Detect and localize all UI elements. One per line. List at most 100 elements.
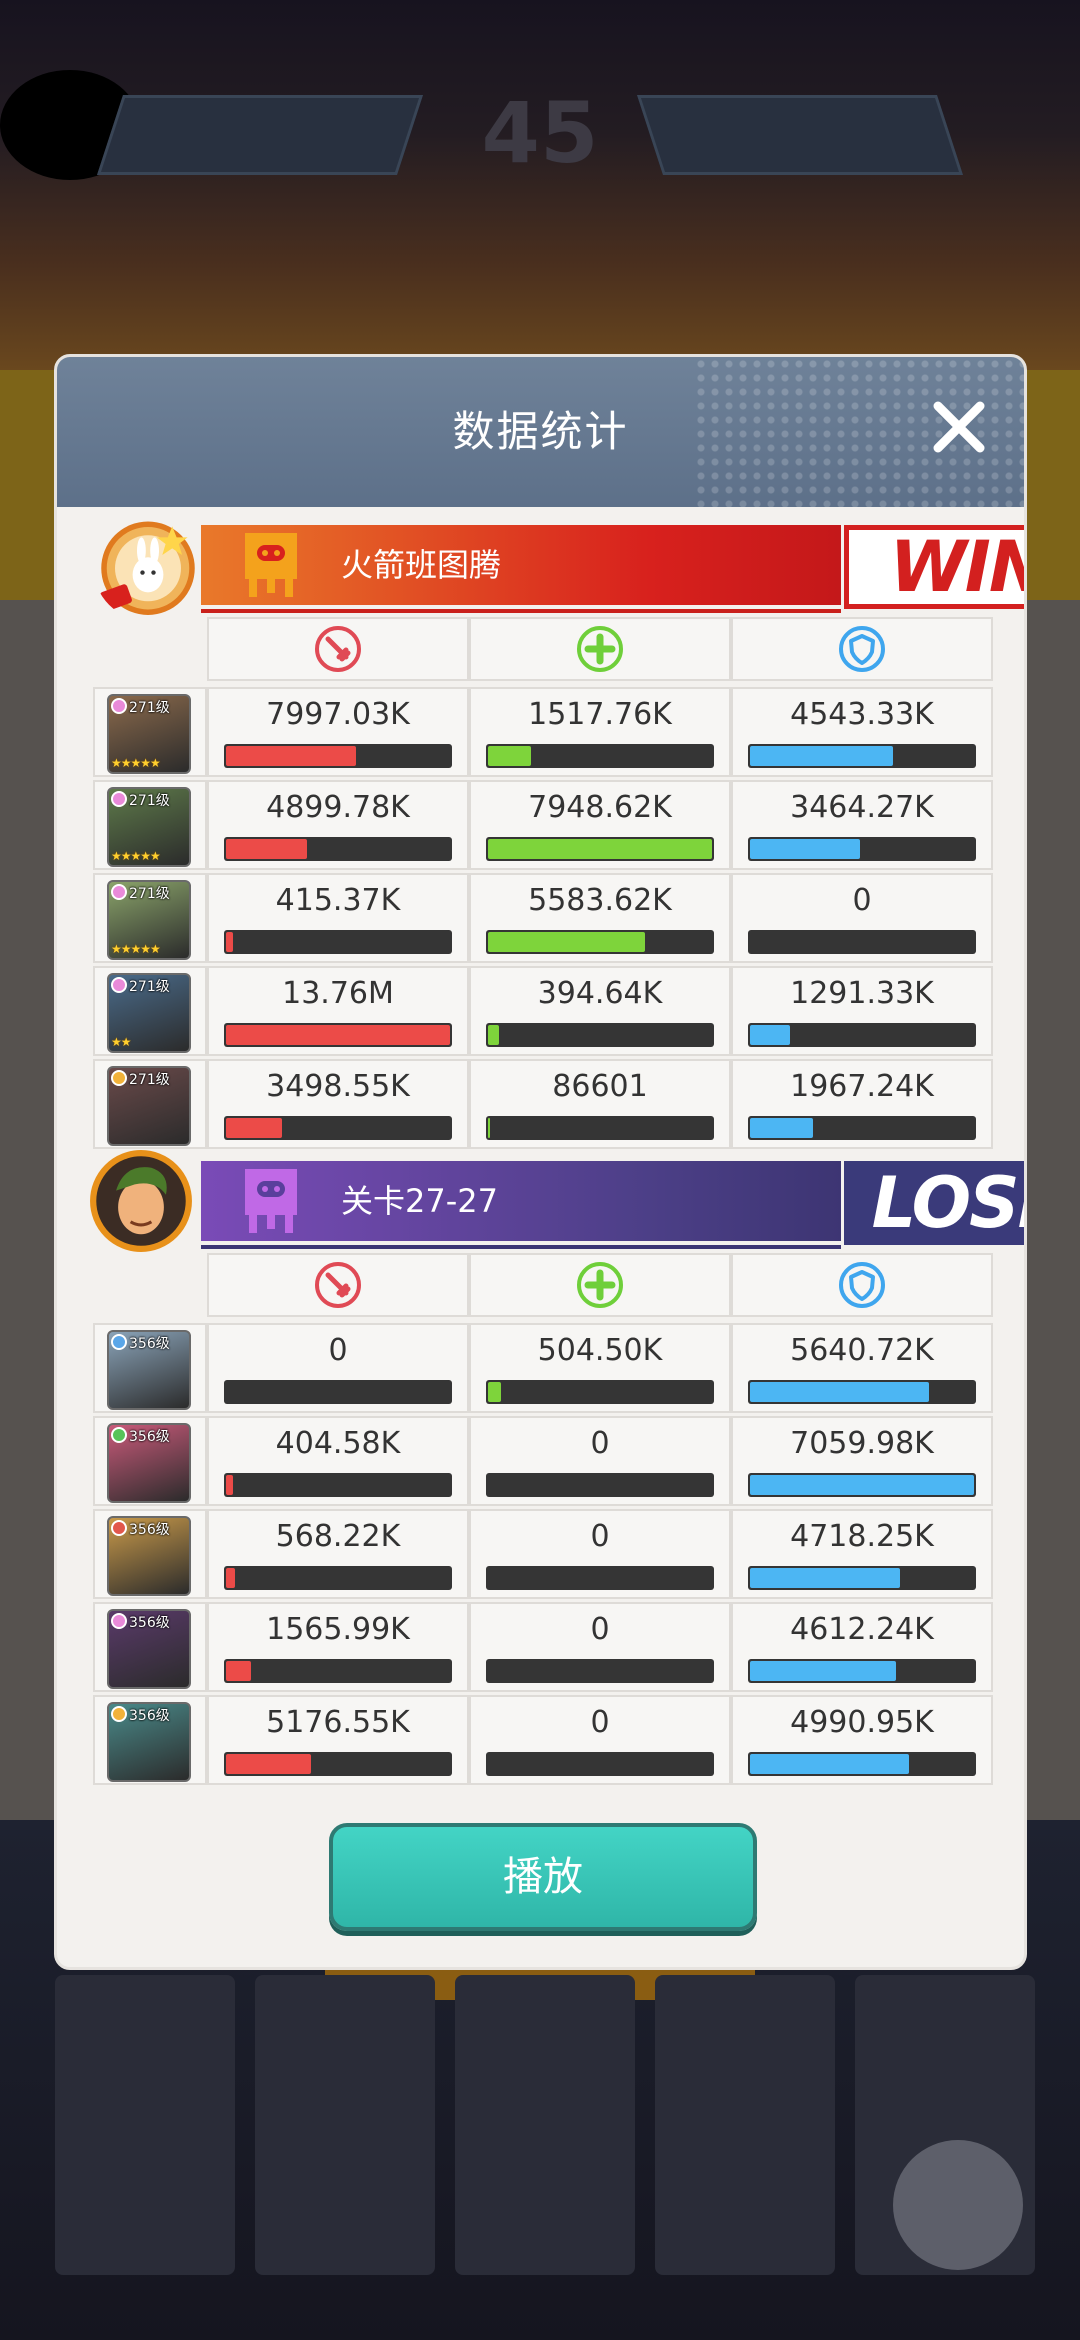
heal-bar-fill [488,839,712,859]
damage-cell: 568.22K [207,1509,469,1599]
heal-value: 0 [590,1705,610,1740]
damage-value: 13.76M [282,976,394,1011]
hero-stars: ★★★★★ [111,756,161,770]
damage-bar-fill [226,1118,282,1138]
defense-bar-fill [750,1382,929,1402]
damage-bar-fill [226,932,233,952]
hero-portrait-cell: 356级 [93,1695,207,1785]
dialog-header: 数据统计 [57,357,1024,507]
background-hero-card [255,1975,435,2275]
hero-level: 271级 [129,1072,170,1088]
damage-cell: 0 [207,1323,469,1413]
team-name: 火箭班图腾 [341,546,502,584]
heal-value: 1517.76K [528,697,672,732]
team-flag-icon [245,1169,297,1233]
element-gem-icon [111,1334,127,1350]
defense-cell: 4990.95K [731,1695,993,1785]
damage-cell: 5176.55K [207,1695,469,1785]
hero-portrait-cell: 356级 [93,1416,207,1506]
defense-bar [748,930,976,954]
hero-portrait[interactable]: 271级 ★★★★★ [107,694,191,774]
damage-cell: 7997.03K [207,687,469,777]
hero-portrait[interactable]: 271级 [107,1066,191,1146]
hero-portrait-cell: 271级 ★★★★★ [93,687,207,777]
defense-cell: 4612.24K [731,1602,993,1692]
heal-value: 394.64K [537,976,663,1011]
heal-cell: 7948.62K [469,780,731,870]
hero-portrait-cell: 356级 [93,1602,207,1692]
heal-value: 504.50K [537,1333,663,1368]
damage-cell: 404.58K [207,1416,469,1506]
heal-cross-icon [577,1262,623,1308]
element-gem-icon [111,1070,127,1086]
shield-icon [839,626,885,672]
hero-portrait[interactable]: 356级 [107,1609,191,1689]
damage-bar [224,837,452,861]
close-button[interactable] [914,382,1004,472]
heal-bar-fill [488,746,531,766]
heal-cell: 0 [469,1602,731,1692]
element-gem-icon [111,977,127,993]
stat-header-row [93,617,993,681]
heal-header [469,1253,731,1317]
heal-value: 0 [590,1612,610,1647]
hero-level: 356级 [129,1615,170,1631]
heal-bar [486,1752,714,1776]
hero-portrait[interactable]: 356级 [107,1330,191,1410]
play-button[interactable]: 播放 [329,1823,757,1931]
heal-cell: 0 [469,1695,731,1785]
heal-cell: 0 [469,1416,731,1506]
team-emblem-icon [100,521,195,615]
damage-value: 568.22K [275,1519,401,1554]
heal-value: 86601 [552,1069,648,1104]
hero-row: 271级 3498.55K 86601 1967.24K [93,1059,993,1149]
defense-cell: 7059.98K [731,1416,993,1506]
hero-row: 271级 ★★★★★ 415.37K 5583.62K 0 [93,873,993,963]
damage-value: 3498.55K [266,1069,410,1104]
background-hero-card [55,1975,235,2275]
hero-row: 271级 ★★ 13.76M 394.64K 1291.33K [93,966,993,1056]
hero-stars: ★★★★★ [111,849,161,863]
element-gem-icon [111,698,127,714]
shield-icon [839,1262,885,1308]
damage-bar-fill [226,1025,450,1045]
damage-value: 0 [328,1333,348,1368]
damage-cell: 4899.78K [207,780,469,870]
damage-bar [224,1659,452,1683]
team-name-strip: 关卡27-27 [201,1161,841,1249]
heal-bar [486,1116,714,1140]
hero-portrait[interactable]: 356级 [107,1702,191,1782]
hero-portrait[interactable]: 356级 [107,1516,191,1596]
damage-cell: 415.37K [207,873,469,963]
heal-value: 0 [590,1426,610,1461]
heal-bar-fill [488,1025,499,1045]
heal-value: 5583.62K [528,883,672,918]
defense-bar [748,1566,976,1590]
damage-bar [224,1566,452,1590]
heal-bar [486,1659,714,1683]
hero-portrait[interactable]: 271级 ★★ [107,973,191,1053]
hero-portrait-cell: 271级 ★★★★★ [93,873,207,963]
background-stats-button [893,2140,1023,2270]
damage-bar-fill [226,1661,251,1681]
defense-cell: 4543.33K [731,687,993,777]
defense-value: 4990.95K [790,1705,934,1740]
defense-bar [748,1473,976,1497]
enemy-avatar [90,1150,192,1252]
heal-bar-fill [488,1382,501,1402]
heal-bar [486,1023,714,1047]
damage-value: 5176.55K [266,1705,410,1740]
hero-level: 271级 [129,886,170,902]
hero-level: 356级 [129,1522,170,1538]
hero-portrait-cell: 271级 [93,1059,207,1149]
team-banner-win: 火箭班图腾 WIN [100,517,1024,615]
hero-portrait[interactable]: 271级 ★★★★★ [107,880,191,960]
damage-cell: 13.76M [207,966,469,1056]
hero-portrait[interactable]: 271级 ★★★★★ [107,787,191,867]
damage-bar [224,1023,452,1047]
defense-value: 7059.98K [790,1426,934,1461]
hero-level: 271级 [129,793,170,809]
hero-portrait[interactable]: 356级 [107,1423,191,1503]
hero-row: 356级 404.58K 0 7059.98K [93,1416,993,1506]
damage-bar-fill [226,1568,235,1588]
